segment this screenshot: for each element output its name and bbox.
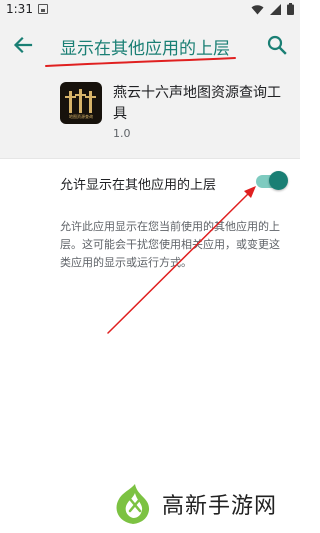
app-bar: 显示在其他应用的上层	[0, 20, 300, 70]
watermark: 高新手游网	[110, 478, 277, 530]
overlay-permission-toggle[interactable]	[254, 170, 288, 192]
overlay-permission-label: 允许显示在其他应用的上层	[60, 178, 217, 193]
status-icons	[251, 3, 294, 15]
toggle-thumb	[269, 171, 288, 190]
permission-description: 允许此应用显示在您当前使用的其他应用的上层。这可能会干扰您使用相关应用，或变更这…	[60, 220, 280, 269]
status-time: 1:31	[6, 2, 33, 16]
divider	[0, 158, 300, 159]
app-icon: 地图资源查询	[60, 82, 102, 124]
page-title: 显示在其他应用的上层	[60, 39, 230, 59]
app-name: 燕云十六声地图资源查询工具	[113, 85, 281, 122]
wifi-icon	[251, 4, 264, 14]
back-arrow-icon[interactable]	[10, 32, 36, 58]
app-version: 1.0	[113, 127, 131, 140]
signal-icon	[270, 3, 281, 15]
app-icon-caption: 地图资源查询	[69, 114, 93, 119]
watermark-text: 高新手游网	[162, 494, 278, 519]
search-icon[interactable]	[264, 32, 290, 58]
status-bar: 1:31	[0, 0, 300, 20]
app-info-row: 地图资源查询 燕云十六声地图资源查询工具 1.0	[0, 70, 300, 158]
watermark-logo-icon	[116, 484, 150, 524]
battery-icon	[287, 3, 294, 15]
image-notification-icon	[38, 4, 48, 14]
